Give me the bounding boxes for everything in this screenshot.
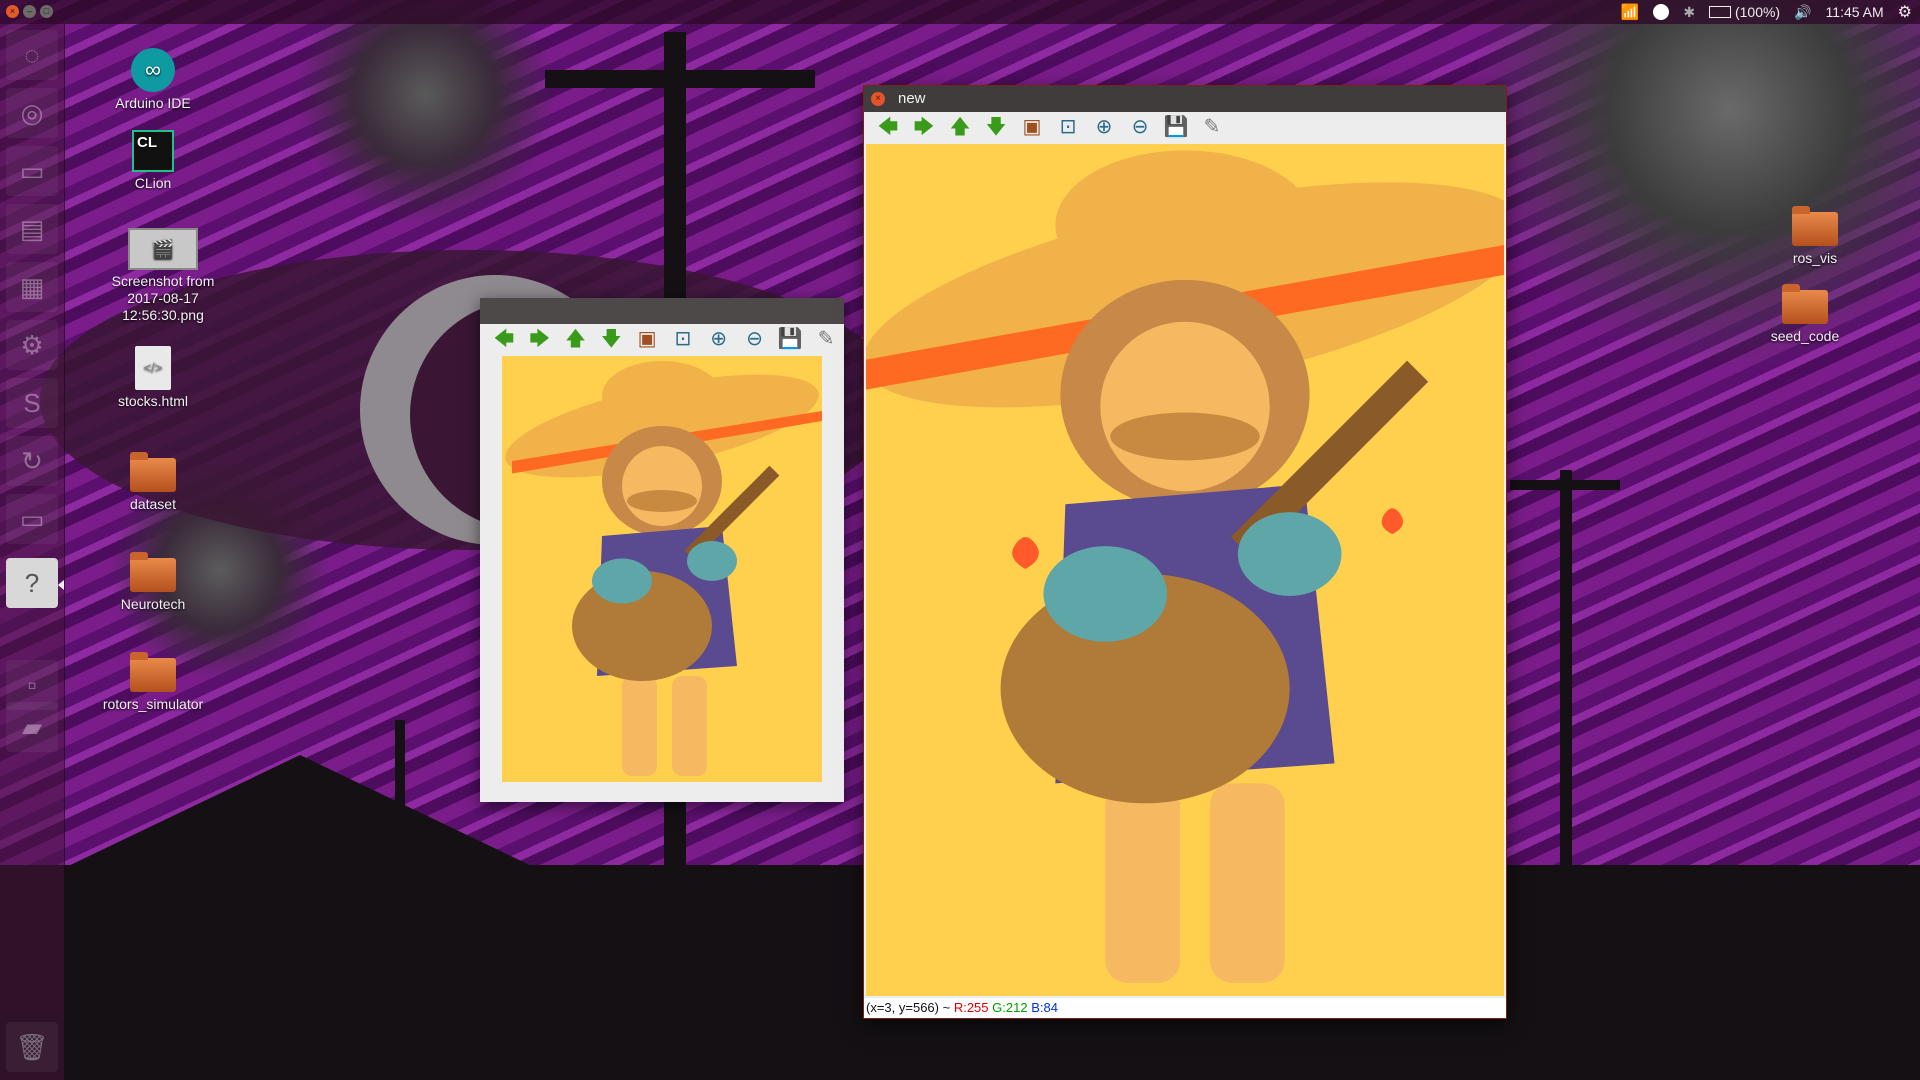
image-toolbar: 🡄 🡆 🡅 🡇 ▣ ⊡ ⊕ ⊖ 💾 ✎ [480, 324, 844, 354]
zoom-fit-icon[interactable]: ⊡ [665, 326, 701, 352]
zoom-out-icon[interactable]: ⊖ [1122, 114, 1158, 140]
status-coords: (x=3, y=566) ~ [866, 1000, 954, 1015]
status-bar: (x=3, y=566) ~ R:255 G:212 B:84 [864, 998, 1506, 1018]
chrome-icon[interactable]: ◎ [6, 88, 58, 138]
desktop-icon-arduino[interactable]: ∞ Arduino IDE [88, 48, 218, 111]
mariachi-illustration [502, 356, 822, 782]
arrow-down-icon[interactable]: 🡇 [978, 114, 1014, 140]
image-display[interactable] [866, 144, 1504, 996]
status-green: G:212 [992, 1000, 1028, 1015]
bluetooth-icon[interactable]: ✱ [1683, 4, 1695, 21]
arrow-left-icon[interactable]: 🡄 [486, 326, 522, 352]
html-glyph: </> [143, 360, 163, 375]
arrow-up-icon[interactable]: 🡅 [558, 326, 594, 352]
clion-icon: CL [132, 130, 174, 172]
desktop-icon-label: dataset [130, 496, 176, 512]
window-titlebar[interactable]: × new [864, 86, 1506, 112]
arduino-icon: ∞ [131, 48, 175, 92]
drive-icon[interactable]: ▰ [6, 702, 58, 752]
fit-image-icon[interactable]: ▣ [1014, 114, 1050, 140]
desktop-icon-label: CLion [134, 175, 172, 191]
terminal-icon[interactable]: ▭ [6, 146, 58, 196]
zoom-fit-icon[interactable]: ⊡ [1050, 114, 1086, 140]
wallpaper-power-pole-right [1560, 470, 1572, 870]
desktop-icon-clion[interactable]: CL CLion [88, 130, 218, 191]
desktop-icon-ros-vis[interactable]: ros_vis [1750, 206, 1880, 266]
properties-icon[interactable]: ✎ [1194, 114, 1230, 140]
image-viewer-window-small[interactable]: 🡄 🡆 🡅 🡇 ▣ ⊡ ⊕ ⊖ 💾 ✎ [480, 298, 844, 802]
desktop-icon-label: stocks.html [117, 393, 188, 409]
text-editor-icon[interactable]: ▦ [6, 262, 58, 312]
desktop-icon-screenshot[interactable]: 🎬 Screenshot from 2017-08-17 12:56:30.pn… [98, 228, 228, 324]
battery-indicator[interactable]: (100%) [1709, 4, 1780, 20]
image-display[interactable] [502, 356, 822, 782]
notification-dot-icon[interactable] [1653, 4, 1670, 20]
desktop-icon-stocks[interactable]: </> stocks.html [88, 346, 218, 409]
zoom-out-icon[interactable]: ⊖ [737, 326, 773, 352]
arrow-down-icon[interactable]: 🡇 [593, 326, 629, 352]
window-titlebar[interactable] [480, 298, 844, 324]
fit-image-icon[interactable]: ▣ [629, 326, 665, 352]
window-close-icon[interactable]: × [6, 5, 19, 18]
gear-icon[interactable]: ⚙ [1898, 2, 1912, 22]
update-icon[interactable]: ↻ [6, 436, 58, 486]
folder-icon [1792, 206, 1838, 246]
dash-icon[interactable]: ◌ [6, 30, 58, 80]
desktop-icon-label: ros_vis [1792, 250, 1838, 266]
clock[interactable]: 11:45 AM [1826, 4, 1884, 20]
mariachi-illustration [866, 145, 1504, 995]
desktop-icon-seed-code[interactable]: seed_code [1740, 284, 1870, 344]
zoom-in-icon[interactable]: ⊕ [1086, 114, 1122, 140]
desktop-icon-label: Arduino IDE [115, 95, 191, 111]
window-title: new [898, 90, 926, 107]
volume-icon[interactable]: 🔊 [1794, 4, 1811, 21]
active-indicator-icon [58, 580, 64, 590]
desktop-icon-label: Screenshot from 2017-08-17 12:56:30.png [111, 273, 215, 323]
save-icon[interactable]: 💾 [1158, 114, 1194, 140]
image-toolbar: 🡄 🡆 🡅 🡇 ▣ ⊡ ⊕ ⊖ 💾 ✎ [864, 112, 1506, 142]
desktop-icon-label: rotors_simulator [102, 696, 204, 712]
desktop-icon-label: seed_code [1770, 328, 1840, 344]
trash-icon[interactable]: 🗑 [6, 1022, 58, 1072]
wallpaper-pole-crossbar [545, 70, 815, 88]
desktop-icon-label: Neurotech [120, 596, 186, 612]
close-icon[interactable]: × [871, 92, 885, 106]
image-viewer-window-new[interactable]: × new 🡄 🡆 🡅 🡇 ▣ ⊡ ⊕ ⊖ 💾 ✎ (x=3, y=566) ~… [864, 86, 1506, 1018]
top-panel: × – □ 📶 ✱ (100%) 🔊 11:45 AM ⚙ [0, 0, 1920, 24]
folder-icon [1782, 284, 1828, 324]
folder-icon [130, 652, 176, 692]
battery-percent: (100%) [1734, 4, 1781, 20]
folder-icon [130, 452, 176, 492]
folder-icon [130, 552, 176, 592]
wifi-icon[interactable]: 📶 [1621, 3, 1640, 21]
help-icon[interactable]: ? [6, 558, 58, 608]
files-icon[interactable]: ▤ [6, 204, 58, 254]
window-maximize-icon[interactable]: □ [40, 5, 53, 18]
settings-icon[interactable]: ⚙ [6, 320, 58, 370]
window-minimize-icon[interactable]: – [23, 5, 36, 18]
battery-icon [1709, 6, 1732, 18]
window-icon[interactable]: ▭ [6, 494, 58, 544]
desktop-icon-neurotech[interactable]: Neurotech [88, 552, 218, 612]
sublime-icon[interactable]: S [6, 378, 58, 428]
wallpaper-roof [60, 755, 540, 870]
system-tray: 📶 ✱ (100%) 🔊 11:45 AM ⚙ [1621, 0, 1912, 24]
arrow-right-icon[interactable]: 🡆 [906, 114, 942, 140]
desktop-icon-rotors-simulator[interactable]: rotors_simulator [88, 652, 218, 712]
help-glyph: ? [24, 568, 40, 598]
image-file-icon: 🎬 [128, 228, 198, 270]
desktop-icon-dataset[interactable]: dataset [88, 452, 218, 512]
properties-icon[interactable]: ✎ [808, 326, 844, 352]
arrow-up-icon[interactable]: 🡅 [942, 114, 978, 140]
wallpaper-pole-crossbar-right [1510, 480, 1620, 490]
save-icon[interactable]: 💾 [772, 326, 808, 352]
zoom-in-icon[interactable]: ⊕ [701, 326, 737, 352]
arrow-left-icon[interactable]: 🡄 [870, 114, 906, 140]
launcher: ◌ ◎ ▭ ▤ ▦ ⚙ S ↻ ▭ ? ▫ ▰ 🗑 [0, 24, 65, 1080]
status-blue: B:84 [1031, 1000, 1058, 1015]
arrow-right-icon[interactable]: 🡆 [522, 326, 558, 352]
clion-glyph: CL [137, 134, 157, 151]
status-red: R:255 [953, 1000, 989, 1015]
html-file-icon: </> [135, 346, 171, 390]
